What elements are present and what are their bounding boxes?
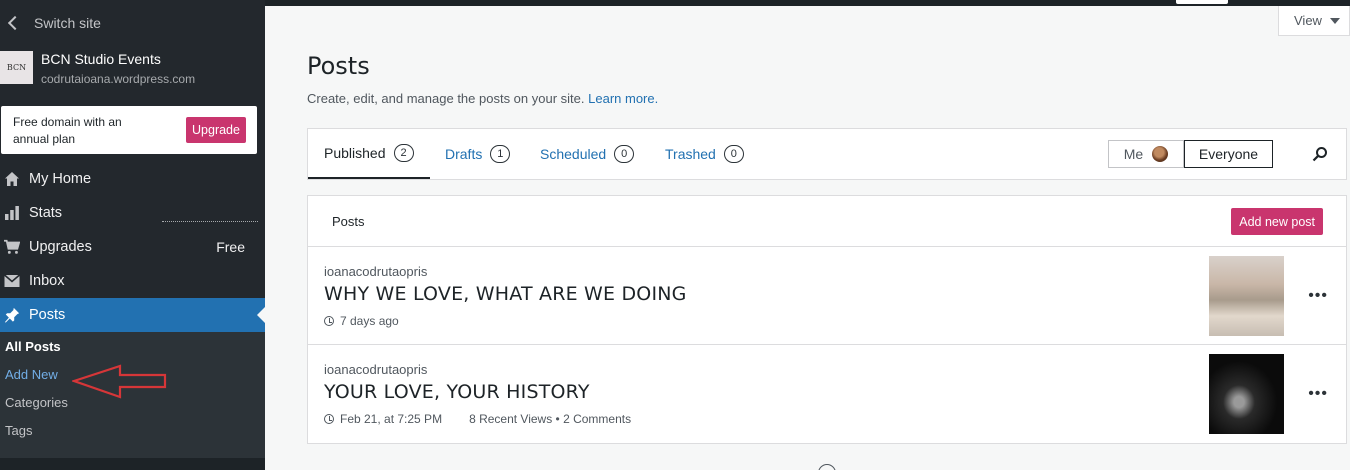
view-dropdown[interactable]: View: [1278, 6, 1350, 36]
posts-list: Posts Add new post ioanacodrutaopris WHY…: [307, 195, 1347, 444]
tab-label: Scheduled: [540, 146, 607, 162]
cart-icon: [4, 239, 20, 255]
post-title[interactable]: YOUR LOVE, YOUR HISTORY: [324, 381, 590, 403]
post-featured-image[interactable]: [1209, 256, 1284, 336]
top-bar: [265, 0, 1350, 6]
upgrade-button[interactable]: Upgrade: [186, 117, 246, 143]
post-featured-image[interactable]: [1209, 354, 1284, 434]
post-meta: Feb 21, at 7:25 PM 8 Recent Views • 2 Co…: [324, 412, 631, 426]
chevron-left-icon: [7, 15, 23, 31]
tab-drafts[interactable]: Drafts 1: [445, 129, 511, 179]
author-filter: Me Everyone: [1108, 140, 1273, 168]
switch-site-link[interactable]: Switch site: [6, 12, 101, 34]
post-author: ioanacodrutaopris: [324, 362, 428, 377]
sidebar-item-label: Posts: [29, 307, 66, 323]
upgrade-nudge: Free domain with an annual plan Upgrade: [1, 106, 257, 154]
tab-count: 1: [490, 145, 511, 163]
learn-more-link[interactable]: Learn more.: [588, 91, 658, 106]
submenu-tags[interactable]: Tags: [0, 416, 265, 444]
post-meta: 7 days ago: [324, 314, 399, 328]
page-title: Posts: [307, 52, 370, 80]
site-url: codrutaioana.wordpress.com: [41, 72, 196, 86]
tab-label: Trashed: [665, 146, 716, 162]
post-date: 7 days ago: [340, 314, 399, 328]
clock-icon: [324, 414, 334, 424]
upgrades-free-badge: Free: [216, 239, 245, 255]
site-icon: BCN: [0, 51, 33, 84]
sidebar-item-label: Inbox: [29, 273, 65, 289]
page-subtitle-text: Create, edit, and manage the posts on yo…: [307, 91, 585, 106]
site-info[interactable]: BCN BCN Studio Events codrutaioana.wordp…: [0, 48, 195, 86]
sidebar-next-item: [0, 458, 265, 470]
sidebar-item-posts[interactable]: Posts: [0, 298, 265, 332]
mail-icon: [4, 273, 20, 289]
author-filter-everyone[interactable]: Everyone: [1184, 140, 1273, 168]
search-icon[interactable]: [1312, 146, 1328, 162]
tab-label: Published: [324, 145, 386, 161]
sidebar-item-inbox[interactable]: Inbox: [0, 264, 265, 298]
post-author: ioanacodrutaopris: [324, 264, 428, 279]
sidebar-item-label: Stats: [29, 205, 63, 221]
stats-icon: [4, 205, 20, 221]
sidebar-item-label: Upgrades: [29, 239, 92, 255]
annotation-arrow-icon: [72, 364, 167, 399]
post-title[interactable]: WHY WE LOVE, WHAT ARE WE DOING: [324, 283, 687, 305]
help-icon[interactable]: [818, 464, 836, 470]
clock-icon: [324, 316, 334, 326]
sidebar-menu: My Home Stats Upgrades Free Inbox Posts: [0, 162, 265, 332]
submenu-all-posts[interactable]: All Posts: [0, 332, 265, 360]
add-new-post-button[interactable]: Add new post: [1231, 208, 1323, 235]
caret-down-icon: [1329, 17, 1340, 24]
more-options-icon[interactable]: •••: [1308, 287, 1328, 305]
post-stats: 8 Recent Views • 2 Comments: [469, 412, 632, 426]
sidebar-item-label: My Home: [29, 171, 92, 187]
author-filter-me[interactable]: Me: [1108, 140, 1184, 168]
tab-trashed[interactable]: Trashed 0: [665, 129, 744, 179]
post-row[interactable]: ioanacodrutaopris YOUR LOVE, YOUR HISTOR…: [308, 345, 1346, 443]
tab-label: Drafts: [445, 146, 483, 162]
top-bar-pill: [1176, 0, 1228, 4]
pin-icon: [4, 307, 20, 323]
sidebar-item-stats[interactable]: Stats: [0, 196, 265, 230]
post-status-tabs: Published 2 Drafts 1 Scheduled 0 Trashed…: [307, 128, 1347, 180]
tab-scheduled[interactable]: Scheduled 0: [540, 129, 635, 179]
site-name: BCN Studio Events: [41, 51, 161, 67]
tab-count: 0: [614, 145, 635, 163]
home-icon: [4, 171, 20, 187]
avatar: [1152, 146, 1169, 162]
sidebar-item-upgrades[interactable]: Upgrades Free: [0, 230, 265, 264]
tab-published[interactable]: Published 2: [308, 129, 430, 179]
switch-site-label: Switch site: [34, 15, 101, 31]
posts-list-title: Posts: [332, 214, 365, 229]
tab-count: 2: [393, 144, 414, 162]
sidebar-item-my-home[interactable]: My Home: [0, 162, 265, 196]
post-date: Feb 21, at 7:25 PM: [340, 412, 443, 426]
post-row[interactable]: ioanacodrutaopris WHY WE LOVE, WHAT ARE …: [308, 247, 1346, 345]
page-subtitle: Create, edit, and manage the posts on yo…: [307, 91, 658, 106]
upgrade-nudge-text: Free domain with an annual plan: [13, 115, 122, 146]
view-dropdown-label: View: [1294, 13, 1322, 28]
more-options-icon[interactable]: •••: [1308, 385, 1328, 403]
posts-list-header: Posts Add new post: [308, 196, 1346, 247]
divider: [162, 221, 258, 222]
tab-count: 0: [723, 145, 744, 163]
